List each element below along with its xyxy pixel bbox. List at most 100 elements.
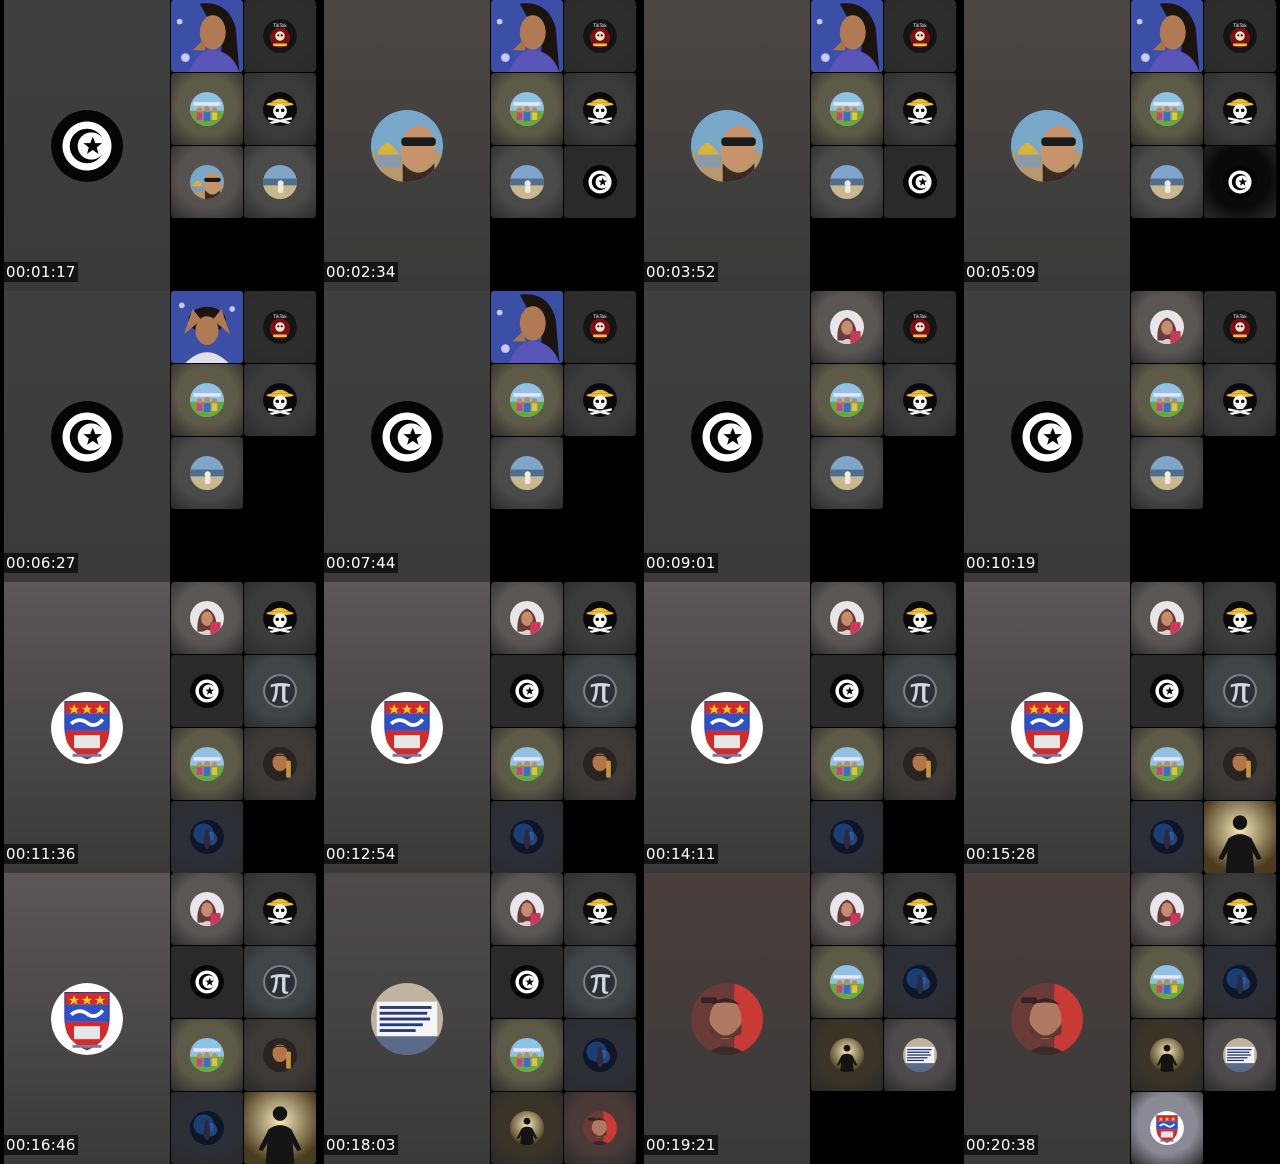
video-thumbnail[interactable]: TikTok 00:05:09 — [960, 0, 1280, 291]
participant-tile[interactable] — [171, 728, 243, 800]
participant-tile[interactable] — [171, 0, 243, 72]
participant-tile[interactable] — [564, 1019, 636, 1091]
video-thumbnail[interactable]: 00:19:21 — [640, 873, 960, 1164]
participant-tile[interactable]: TikTok — [884, 0, 956, 72]
participant-tile[interactable] — [1131, 728, 1203, 800]
participant-tile[interactable] — [1204, 73, 1276, 145]
participant-tile[interactable] — [491, 146, 563, 218]
participant-tile[interactable]: TikTok — [1204, 0, 1276, 72]
participant-tile[interactable] — [244, 73, 316, 145]
participant-tile[interactable] — [811, 946, 883, 1018]
video-thumbnail[interactable]: TikTok 00:03:52 — [640, 0, 960, 291]
participant-tile[interactable] — [171, 801, 243, 873]
participant-tile[interactable] — [1204, 146, 1276, 218]
participant-tile[interactable] — [1204, 655, 1276, 727]
participant-tile[interactable] — [1131, 655, 1203, 727]
participant-tile[interactable] — [491, 728, 563, 800]
participant-tile[interactable] — [884, 1019, 956, 1091]
participant-tile[interactable] — [244, 1019, 316, 1091]
video-thumbnail[interactable]: 00:11:36 — [0, 582, 320, 873]
participant-tile[interactable] — [884, 946, 956, 1018]
participant-tile[interactable] — [884, 582, 956, 654]
participant-tile[interactable] — [1204, 1019, 1276, 1091]
participant-tile[interactable] — [1131, 146, 1203, 218]
participant-tile[interactable] — [811, 291, 883, 363]
participant-tile[interactable] — [564, 655, 636, 727]
participant-tile[interactable] — [1204, 873, 1276, 945]
participant-tile[interactable] — [244, 146, 316, 218]
participant-tile[interactable] — [884, 728, 956, 800]
participant-tile[interactable] — [1131, 437, 1203, 509]
participant-tile[interactable] — [1204, 582, 1276, 654]
participant-tile[interactable] — [491, 582, 563, 654]
participant-tile[interactable] — [491, 364, 563, 436]
participant-tile[interactable] — [564, 73, 636, 145]
participant-tile[interactable] — [171, 1092, 243, 1164]
video-thumbnail[interactable]: 00:14:11 — [640, 582, 960, 873]
participant-tile[interactable] — [171, 437, 243, 509]
video-thumbnail[interactable]: 00:20:38 — [960, 873, 1280, 1164]
participant-tile[interactable] — [811, 73, 883, 145]
participant-tile[interactable] — [171, 655, 243, 727]
participant-tile[interactable] — [491, 873, 563, 945]
video-thumbnail[interactable]: 00:12:54 — [320, 582, 640, 873]
participant-tile[interactable] — [884, 873, 956, 945]
participant-tile[interactable]: TikTok — [884, 291, 956, 363]
participant-tile[interactable] — [491, 291, 563, 363]
participant-tile[interactable] — [564, 1092, 636, 1164]
participant-tile[interactable] — [564, 728, 636, 800]
video-thumbnail[interactable]: TikTok 00:09:01 — [640, 291, 960, 582]
participant-tile[interactable]: TikTok — [1204, 291, 1276, 363]
participant-tile[interactable] — [811, 1019, 883, 1091]
participant-tile[interactable] — [171, 364, 243, 436]
video-thumbnail[interactable]: TikTok 00:10:19 — [960, 291, 1280, 582]
participant-tile[interactable] — [1204, 946, 1276, 1018]
participant-tile[interactable] — [1204, 364, 1276, 436]
participant-tile[interactable] — [1131, 582, 1203, 654]
participant-tile[interactable] — [244, 728, 316, 800]
participant-tile[interactable] — [171, 291, 243, 363]
video-thumbnail[interactable]: 00:15:28 — [960, 582, 1280, 873]
participant-tile[interactable] — [1131, 364, 1203, 436]
participant-tile[interactable] — [244, 946, 316, 1018]
participant-tile[interactable] — [244, 873, 316, 945]
participant-tile[interactable] — [564, 364, 636, 436]
participant-tile[interactable] — [811, 364, 883, 436]
video-thumbnail[interactable]: TikTok 00:07:44 — [320, 291, 640, 582]
participant-tile[interactable] — [884, 146, 956, 218]
participant-tile[interactable] — [491, 946, 563, 1018]
participant-tile[interactable] — [811, 582, 883, 654]
video-thumbnail[interactable]: TikTok 00:01:17 — [0, 0, 320, 291]
participant-tile[interactable] — [564, 873, 636, 945]
participant-tile[interactable] — [491, 0, 563, 72]
participant-tile[interactable] — [491, 1019, 563, 1091]
participant-tile[interactable] — [1131, 73, 1203, 145]
participant-tile[interactable] — [491, 73, 563, 145]
participant-tile[interactable] — [1131, 801, 1203, 873]
participant-tile[interactable] — [1131, 946, 1203, 1018]
participant-tile[interactable] — [811, 0, 883, 72]
video-thumbnail[interactable]: 00:18:03 — [320, 873, 640, 1164]
video-thumbnail[interactable]: TikTok 00:02:34 — [320, 0, 640, 291]
participant-tile[interactable]: TikTok — [244, 0, 316, 72]
participant-tile[interactable] — [491, 437, 563, 509]
participant-tile[interactable] — [1131, 0, 1203, 72]
video-thumbnail[interactable]: 00:16:46 — [0, 873, 320, 1164]
participant-tile[interactable] — [171, 582, 243, 654]
participant-tile[interactable] — [244, 655, 316, 727]
participant-tile[interactable] — [244, 364, 316, 436]
participant-tile[interactable] — [491, 1092, 563, 1164]
participant-tile[interactable] — [811, 146, 883, 218]
participant-tile[interactable] — [171, 146, 243, 218]
video-thumbnail[interactable]: TikTok 00:06:27 — [0, 291, 320, 582]
participant-tile[interactable]: TikTok — [564, 291, 636, 363]
participant-tile[interactable] — [564, 946, 636, 1018]
participant-tile[interactable] — [244, 582, 316, 654]
participant-tile[interactable] — [811, 437, 883, 509]
participant-tile[interactable] — [1131, 1019, 1203, 1091]
participant-tile[interactable] — [1131, 1092, 1203, 1164]
participant-tile[interactable] — [1204, 801, 1276, 873]
participant-tile[interactable] — [171, 73, 243, 145]
participant-tile[interactable] — [1131, 873, 1203, 945]
participant-tile[interactable] — [564, 146, 636, 218]
